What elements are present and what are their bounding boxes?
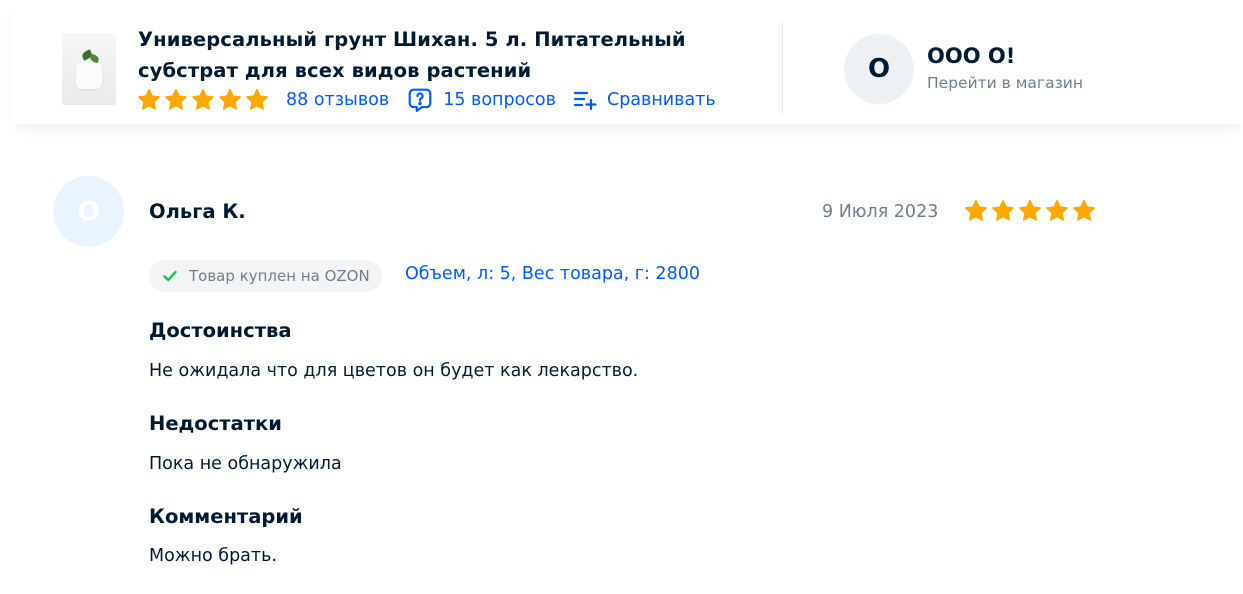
cons-heading: Недостатки <box>149 412 282 435</box>
comment-text: Можно брать. <box>149 546 277 566</box>
product-title[interactable]: Универсальный грунт Шихан. 5 л. Питатель… <box>138 24 698 86</box>
product-variant-link[interactable]: Объем, л: 5, Вес товара, г: 2800 <box>405 264 700 284</box>
store-name[interactable]: ООО О! <box>927 44 1015 68</box>
star-icon <box>990 199 1016 223</box>
pot-image <box>76 63 102 89</box>
product-rating <box>136 88 270 112</box>
author-name: Ольга К. <box>149 200 246 223</box>
star-icon <box>963 199 989 223</box>
product-header: Универсальный грунт Шихан. 5 л. Питатель… <box>12 0 1243 124</box>
pros-heading: Достоинства <box>149 319 292 342</box>
product-thumbnail[interactable] <box>62 33 116 105</box>
star-icon <box>1071 199 1097 223</box>
pros-text: Не ожидала что для цветов он будет как л… <box>149 361 639 381</box>
leaf-image <box>89 53 100 64</box>
star-icon <box>136 88 162 112</box>
compare-label: Сравнивать <box>606 90 716 110</box>
question-bubble-icon <box>407 87 433 113</box>
review-rating <box>963 199 1097 223</box>
go-to-store-link[interactable]: Перейти в магазин <box>927 74 1083 92</box>
star-icon <box>163 88 189 112</box>
star-icon <box>190 88 216 112</box>
star-icon <box>1017 199 1043 223</box>
header-divider <box>782 22 783 114</box>
purchased-badge: Товар куплен на OZON <box>149 260 382 292</box>
author-avatar: O <box>53 176 124 247</box>
star-icon <box>217 88 243 112</box>
questions-label: 15 вопросов <box>443 90 556 110</box>
check-icon <box>163 270 177 282</box>
cons-text: Пока не обнаружила <box>149 454 342 474</box>
compare-list-icon <box>573 89 597 111</box>
compare-link[interactable]: Сравнивать <box>573 89 716 111</box>
review-date: 9 Июля 2023 <box>822 202 939 222</box>
product-meta-row: 88 отзывов 15 вопросов Сравнивать <box>136 87 716 113</box>
store-avatar[interactable]: O <box>844 34 914 104</box>
reviews-link[interactable]: 88 отзывов <box>286 90 389 110</box>
comment-heading: Комментарий <box>149 505 303 528</box>
purchased-badge-label: Товар куплен на OZON <box>189 267 370 285</box>
star-icon <box>244 88 270 112</box>
questions-link[interactable]: 15 вопросов <box>407 87 556 113</box>
star-icon <box>1044 199 1070 223</box>
